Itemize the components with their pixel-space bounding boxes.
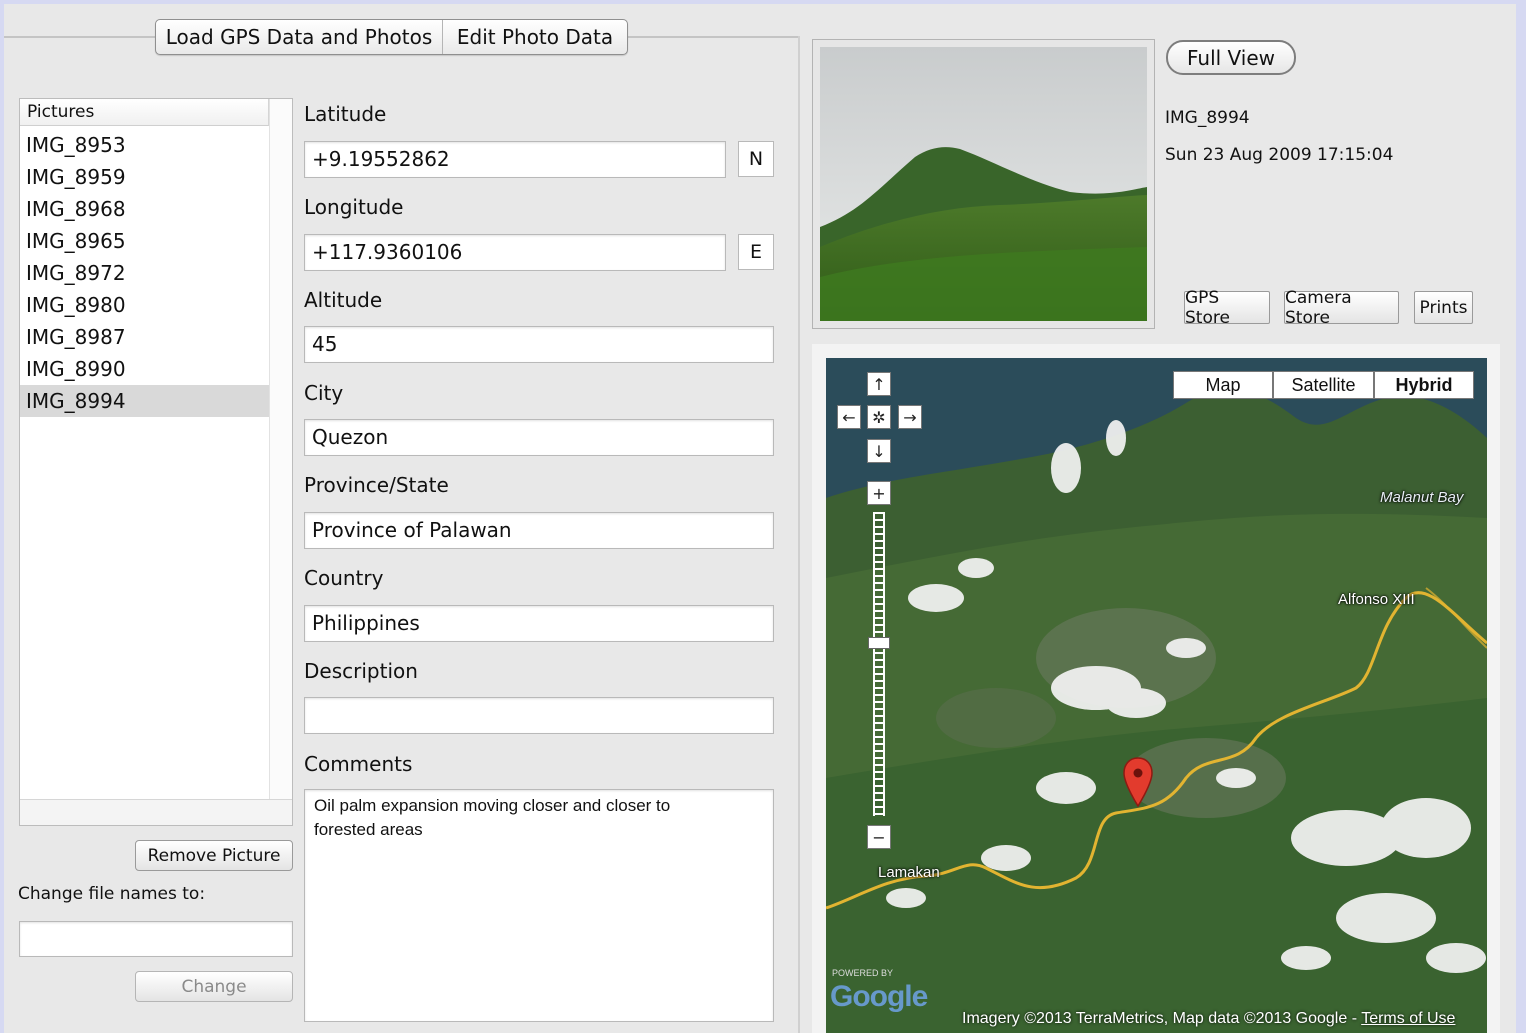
terms-of-use-link[interactable]: Terms of Use	[1361, 1010, 1455, 1027]
pan-down-icon[interactable]: ↓	[867, 439, 891, 463]
longitude-input[interactable]: +117.9360106	[304, 234, 726, 271]
photo-preview[interactable]	[812, 39, 1155, 329]
list-item[interactable]: IMG_8972	[20, 257, 269, 289]
map-label-town1: Alfonso XIII	[1338, 591, 1415, 608]
photo-image	[820, 47, 1147, 321]
zoom-out-icon[interactable]: −	[867, 825, 891, 849]
list-item[interactable]: IMG_8953	[20, 129, 269, 161]
pictures-items: IMG_8953 IMG_8959 IMG_8968 IMG_8965 IMG_8972…	[20, 129, 269, 417]
list-item[interactable]: IMG_8965	[20, 225, 269, 257]
tab-load-gps[interactable]: Load GPS Data and Photos	[156, 20, 443, 54]
country-label: Country	[304, 566, 384, 590]
change-names-label: Change file names to:	[18, 884, 206, 904]
pictures-column-header[interactable]: Pictures	[20, 99, 269, 126]
description-label: Description	[304, 659, 418, 683]
tab-bar: Load GPS Data and Photos Edit Photo Data	[155, 19, 628, 55]
gps-store-button[interactable]: GPS Store	[1184, 288, 1270, 328]
list-item[interactable]: IMG_8990	[20, 353, 269, 385]
change-names-input[interactable]	[19, 921, 293, 957]
comments-textarea[interactable]	[304, 789, 774, 1022]
latitude-input[interactable]: +9.19552862	[304, 141, 726, 178]
pan-left-icon[interactable]: ←	[837, 405, 861, 429]
panel-divider	[798, 36, 800, 1033]
list-item[interactable]: IMG_8987	[20, 321, 269, 353]
powered-by-text: POWERED BY	[832, 968, 894, 978]
comments-label: Comments	[304, 752, 413, 776]
zoom-in-icon[interactable]: +	[867, 481, 891, 505]
photo-date: Sun 23 Aug 2009 17:15:04	[1165, 145, 1394, 165]
city-input[interactable]: Quezon	[304, 419, 774, 456]
province-input[interactable]: Province of Palawan	[304, 512, 774, 549]
longitude-hemisphere[interactable]: E	[738, 234, 774, 270]
description-input[interactable]	[304, 697, 774, 734]
province-label: Province/State	[304, 473, 449, 497]
altitude-input[interactable]: 45	[304, 326, 774, 363]
list-horizontal-scrollbar[interactable]	[20, 799, 292, 825]
pan-center-icon[interactable]: ✲	[867, 405, 891, 429]
list-item[interactable]: IMG_8968	[20, 193, 269, 225]
zoom-slider-track[interactable]	[873, 512, 885, 816]
remove-picture-button[interactable]: Remove Picture	[135, 840, 293, 871]
full-view-button[interactable]: Full View	[1166, 40, 1296, 75]
map-imagery	[826, 358, 1487, 1033]
copyright-text: Imagery ©2013 TerraMetrics, Map data ©20…	[962, 1010, 1362, 1027]
photo-name: IMG_8994	[1165, 108, 1250, 128]
list-item[interactable]: IMG_8959	[20, 161, 269, 193]
map-copyright: Imagery ©2013 TerraMetrics, Map data ©20…	[962, 1010, 1455, 1028]
longitude-label: Longitude	[304, 195, 404, 219]
pan-up-icon[interactable]: ↑	[867, 372, 891, 396]
latitude-label: Latitude	[304, 102, 387, 126]
altitude-label: Altitude	[304, 288, 383, 312]
pictures-list[interactable]: Pictures IMG_8953 IMG_8959 IMG_8968 IMG_896…	[19, 98, 293, 826]
list-item[interactable]: IMG_8994	[20, 385, 269, 417]
map-type-hybrid[interactable]: Hybrid	[1374, 371, 1474, 399]
location-marker-icon[interactable]	[1122, 756, 1154, 808]
latitude-hemisphere[interactable]: N	[738, 141, 774, 177]
map-label-bay: Malanut Bay	[1380, 489, 1464, 506]
pan-right-icon[interactable]: →	[898, 405, 922, 429]
country-input[interactable]: Philippines	[304, 605, 774, 642]
map-label-town2: Lamakan	[878, 864, 940, 881]
prints-button[interactable]: Prints	[1414, 291, 1473, 324]
map-type-satellite[interactable]: Satellite	[1273, 371, 1374, 399]
list-item[interactable]: IMG_8980	[20, 289, 269, 321]
camera-store-button[interactable]: Camera Store	[1284, 288, 1399, 328]
change-button[interactable]: Change	[135, 971, 293, 1002]
city-label: City	[304, 381, 344, 405]
map-type-map[interactable]: Map	[1173, 371, 1273, 399]
google-logo[interactable]: Google	[830, 980, 928, 1014]
satellite-map[interactable]	[826, 358, 1487, 1033]
list-vertical-scrollbar[interactable]	[269, 99, 292, 799]
zoom-slider-thumb[interactable]	[868, 636, 890, 649]
tab-edit-photo-data[interactable]: Edit Photo Data	[443, 20, 627, 54]
